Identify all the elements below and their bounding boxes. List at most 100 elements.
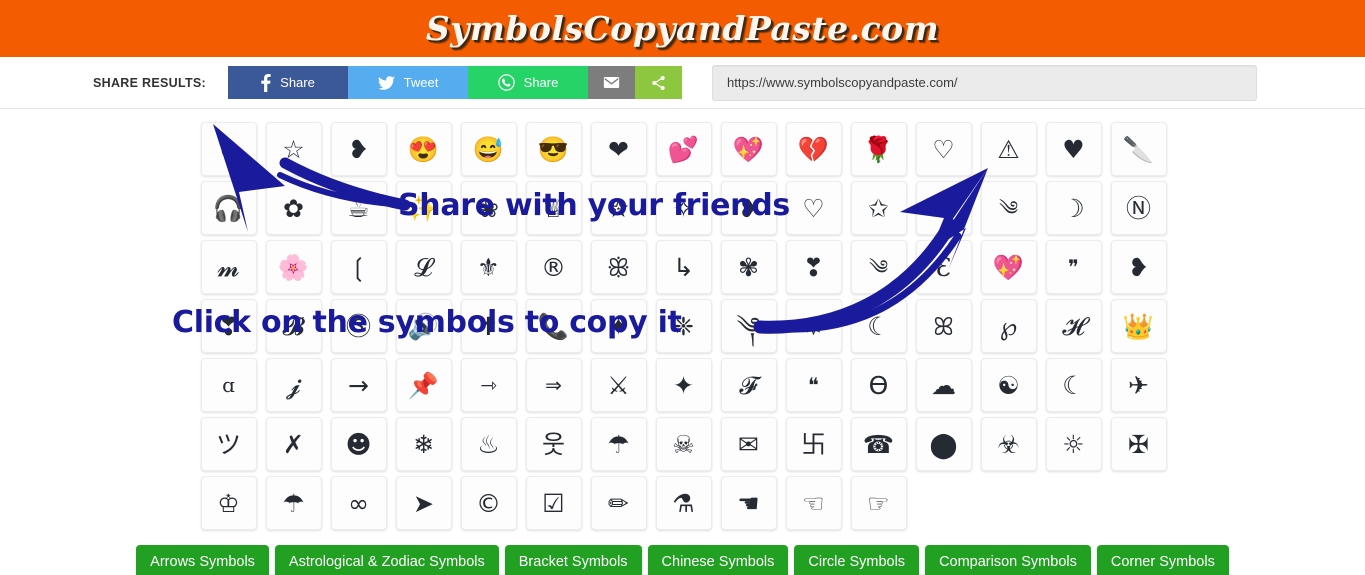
symbol-cell[interactable]: ⇾: [460, 358, 517, 412]
symbol-cell[interactable]: Ѳ: [850, 358, 907, 412]
symbol-cell[interactable]: 💕: [655, 122, 712, 176]
symbol-cell[interactable]: ✿: [265, 181, 322, 235]
symbol-cell[interactable]: ♨: [460, 417, 517, 471]
symbol-cell[interactable]: 𝓑: [265, 299, 322, 353]
symbol-cell[interactable]: ✏: [590, 476, 647, 530]
symbol-cell[interactable]: 웃: [525, 417, 582, 471]
symbol-cell[interactable]: 𝓕: [720, 358, 777, 412]
symbol-cell[interactable]: ®: [525, 240, 582, 294]
more-share-button[interactable]: [635, 66, 683, 99]
symbol-cell[interactable]: 𝓶: [200, 240, 257, 294]
symbol-cell[interactable]: 👑: [1110, 299, 1167, 353]
symbol-cell[interactable]: 😎: [525, 122, 582, 176]
symbol-cell[interactable]: 🎧: [200, 181, 257, 235]
category-button[interactable]: Chinese Symbols: [647, 545, 789, 575]
category-button[interactable]: Arrows Symbols: [136, 545, 269, 575]
category-button[interactable]: Circle Symbols: [794, 545, 920, 575]
symbol-cell[interactable]: ✾: [720, 240, 777, 294]
share-url-field[interactable]: https://www.symbolscopyandpaste.com/: [712, 64, 1258, 101]
symbol-cell[interactable]: ❣: [785, 240, 842, 294]
symbol-cell[interactable]: ❣: [200, 299, 257, 353]
category-button[interactable]: Bracket Symbols: [504, 545, 642, 575]
symbol-cell[interactable]: ❥: [720, 181, 777, 235]
symbol-cell[interactable]: ɑ: [200, 358, 257, 412]
symbol-cell[interactable]: ©: [460, 476, 517, 530]
category-button[interactable]: Astrological & Zodiac Symbols: [274, 545, 499, 575]
symbol-cell[interactable]: ❥: [1110, 240, 1167, 294]
symbol-cell[interactable]: ✈: [1110, 358, 1167, 412]
symbol-cell[interactable]: ❥: [330, 122, 387, 176]
symbol-cell[interactable]: 💖: [720, 122, 777, 176]
symbol-cell[interactable]: ✨: [395, 181, 452, 235]
symbol-cell[interactable]: 📌: [395, 358, 452, 412]
symbol-cell[interactable]: →: [330, 358, 387, 412]
symbol-cell[interactable]: ✦: [655, 358, 712, 412]
symbol-cell[interactable]: 卐: [785, 417, 842, 471]
symbol-cell[interactable]: ☽: [1045, 181, 1102, 235]
symbol-cell[interactable]: ♡: [785, 181, 842, 235]
symbol-cell[interactable]: ☼: [1045, 417, 1102, 471]
symbol-cell[interactable]: ♡: [915, 122, 972, 176]
symbol-cell[interactable]: ༄: [850, 240, 907, 294]
symbol-cell[interactable]: ☑: [525, 476, 582, 530]
twitter-tweet-button[interactable]: Tweet: [348, 66, 469, 99]
symbol-cell[interactable]: ☕: [330, 181, 387, 235]
symbol-cell[interactable]: ⚔: [590, 358, 647, 412]
symbol-cell[interactable]: ✝: [460, 299, 517, 353]
symbol-cell[interactable]: 𝓗: [1045, 299, 1102, 353]
symbol-cell[interactable]: ♕: [525, 181, 582, 235]
symbol-cell[interactable]: 😍: [395, 122, 452, 176]
symbol-cell[interactable]: ☎: [850, 417, 907, 471]
symbol-cell[interactable]: ❈: [655, 299, 712, 353]
symbol-cell[interactable]: 🌸: [265, 240, 322, 294]
symbol-cell[interactable]: ⬤: [915, 417, 972, 471]
symbol-cell[interactable]: ☁: [915, 358, 972, 412]
symbol-cell[interactable]: ✗: [265, 417, 322, 471]
symbol-cell[interactable]: ✮: [590, 181, 647, 235]
whatsapp-share-button[interactable]: Share: [468, 66, 589, 99]
symbol-cell[interactable]: 😅: [460, 122, 517, 176]
symbol-cell[interactable]: ☯: [980, 358, 1037, 412]
category-button[interactable]: Corner Symbols: [1096, 545, 1229, 575]
symbol-cell[interactable]: ✓: [200, 122, 257, 176]
symbol-cell[interactable]: ⇒: [525, 358, 582, 412]
symbol-cell[interactable]: ☂: [590, 417, 647, 471]
symbol-cell[interactable]: ☾: [1045, 358, 1102, 412]
symbol-cell[interactable]: Ⓝ: [1110, 181, 1167, 235]
symbol-cell[interactable]: ☠: [655, 417, 712, 471]
symbol-cell[interactable]: ❤: [590, 122, 647, 176]
symbol-cell[interactable]: ☂: [265, 476, 322, 530]
symbol-cell[interactable]: ❀: [460, 181, 517, 235]
symbol-cell[interactable]: ♔: [200, 476, 257, 530]
symbol-cell[interactable]: ☾: [850, 299, 907, 353]
email-share-button[interactable]: [588, 66, 636, 99]
symbol-cell[interactable]: ➤: [395, 476, 452, 530]
symbol-cell[interactable]: ↳: [655, 240, 712, 294]
symbol-cell[interactable]: ⚗: [655, 476, 712, 530]
symbol-cell[interactable]: ✵: [785, 299, 842, 353]
symbol-cell[interactable]: ❁: [915, 181, 972, 235]
symbol-cell[interactable]: ∞: [330, 476, 387, 530]
symbol-cell[interactable]: ✦: [590, 299, 647, 353]
symbol-cell[interactable]: ❞: [1045, 240, 1102, 294]
symbol-cell[interactable]: ☞: [850, 476, 907, 530]
symbol-cell[interactable]: ✩: [850, 181, 907, 235]
symbol-cell[interactable]: 🌹: [850, 122, 907, 176]
symbol-cell[interactable]: ☻: [330, 417, 387, 471]
symbol-cell[interactable]: ♥: [1045, 122, 1102, 176]
symbol-cell[interactable]: 🔊: [395, 299, 452, 353]
symbol-cell[interactable]: ☚: [720, 476, 777, 530]
symbol-cell[interactable]: ☆: [265, 122, 322, 176]
symbol-cell[interactable]: ✠: [1110, 417, 1167, 471]
symbol-cell[interactable]: 🔪: [1110, 122, 1167, 176]
category-button[interactable]: Comparison Symbols: [925, 545, 1091, 575]
symbol-cell[interactable]: ☜: [785, 476, 842, 530]
symbol-cell[interactable]: ❝: [785, 358, 842, 412]
symbol-cell[interactable]: 💖: [980, 240, 1037, 294]
symbol-cell[interactable]: 📞: [525, 299, 582, 353]
symbol-cell[interactable]: ❲: [330, 240, 387, 294]
symbol-cell[interactable]: 𝓛: [395, 240, 452, 294]
symbol-cell[interactable]: ༆: [720, 299, 777, 353]
symbol-cell[interactable]: ❄: [395, 417, 452, 471]
symbol-cell[interactable]: Ɛ: [915, 240, 972, 294]
